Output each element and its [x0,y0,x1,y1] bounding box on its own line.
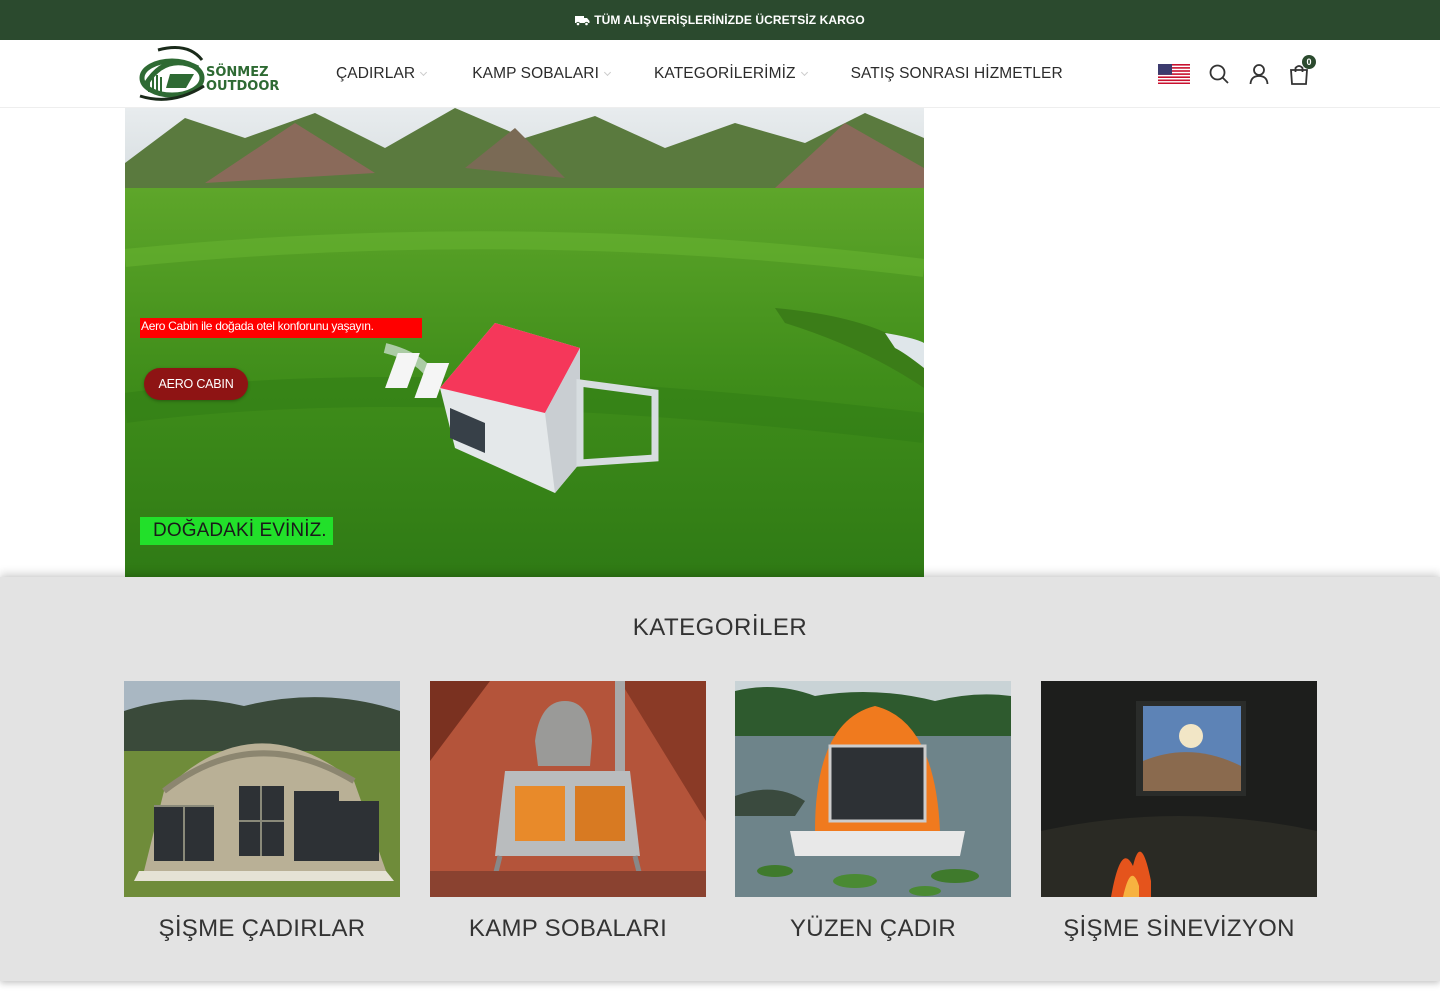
site-logo[interactable]: SÖNMEZ OUTDOOR [136,44,279,104]
category-label[interactable]: YÜZEN ÇADIR [735,915,1011,943]
nav-item-cadirlar[interactable]: ÇADIRLAR [336,65,428,83]
us-flag-icon[interactable] [1158,64,1190,84]
nav-item-satis-sonrasi[interactable]: SATIŞ SONRASI HİZMETLER [851,65,1063,83]
category-label[interactable]: ŞİŞME SİNEVİZYON [1041,915,1317,943]
category-image[interactable] [430,681,706,897]
nav-item-label: SATIŞ SONRASI HİZMETLER [850,65,1063,82]
category-label[interactable]: KAMP SOBALARI [430,915,706,943]
category-card-yuzen-cadir[interactable]: YÜZEN ÇADIR [735,681,1011,943]
nav-item-kategorilerimiz[interactable]: KATEGORİLERİMİZ [653,65,808,83]
category-card-kamp-sobalari[interactable]: KAMP SOBALARI [430,681,706,943]
aero-cabin-button[interactable]: AERO CABIN [144,368,248,400]
nav-item-label: KATEGORİLERİMİZ [653,65,796,82]
site-header: SÖNMEZ OUTDOOR ÇADIRLAR KAMP SOBALARI KA… [0,40,1440,108]
promo-text: TÜM ALIŞVERİŞLERİNİZDE ÜCRETSİZ KARGO [594,13,865,27]
search-icon[interactable] [1208,63,1230,85]
hero-image [125,108,924,577]
categories-section: KATEGORİLER ŞİŞME ÇADIRLAR KAMP SOBALARI… [0,577,1440,981]
chevron-down-icon [603,68,612,77]
section-title: KATEGORİLER [632,614,808,641]
cart-count-badge: 0 [1302,55,1316,69]
hero-tagline: Aero Cabin ile doğada otel konforunu yaş… [140,318,422,338]
category-card-sisme-sinevizyon[interactable]: ŞİŞME SİNEVİZYON [1041,681,1317,943]
user-icon[interactable] [1248,63,1270,85]
main-nav: ÇADIRLAR KAMP SOBALARI KATEGORİLERİMİZ S… [336,40,1063,108]
category-image[interactable] [1041,681,1317,897]
logo-line2: OUTDOOR [206,79,280,94]
hero-banner: Aero Cabin ile doğada otel konforunu yaş… [125,108,924,577]
truck-icon [575,15,590,26]
cart-button[interactable]: 0 [1288,55,1316,85]
promo-bar: TÜM ALIŞVERİŞLERİNİZDE ÜCRETSİZ KARGO [0,0,1440,40]
logo-line1: SÖNMEZ [206,65,269,80]
hero-slogan: DOĞADAKİ EVİNİZ. [140,517,333,545]
category-image[interactable] [735,681,1011,897]
nav-item-kamp-sobalari[interactable]: KAMP SOBALARI [472,65,612,83]
nav-item-label: ÇADIRLAR [336,65,416,82]
inflatable-tent-image [124,681,400,897]
inflatable-screen-image [1041,681,1317,897]
chevron-down-icon [420,68,428,77]
category-card-sisme-cadirlar[interactable]: ŞİŞME ÇADIRLAR [124,681,400,943]
category-image[interactable] [124,681,400,897]
nav-item-label: KAMP SOBALARI [472,65,599,82]
chevron-down-icon [800,68,808,77]
category-label[interactable]: ŞİŞME ÇADIRLAR [124,915,400,943]
header-actions: 0 [1158,40,1328,108]
floating-tent-image [735,681,1011,897]
camp-stove-image [430,681,706,897]
